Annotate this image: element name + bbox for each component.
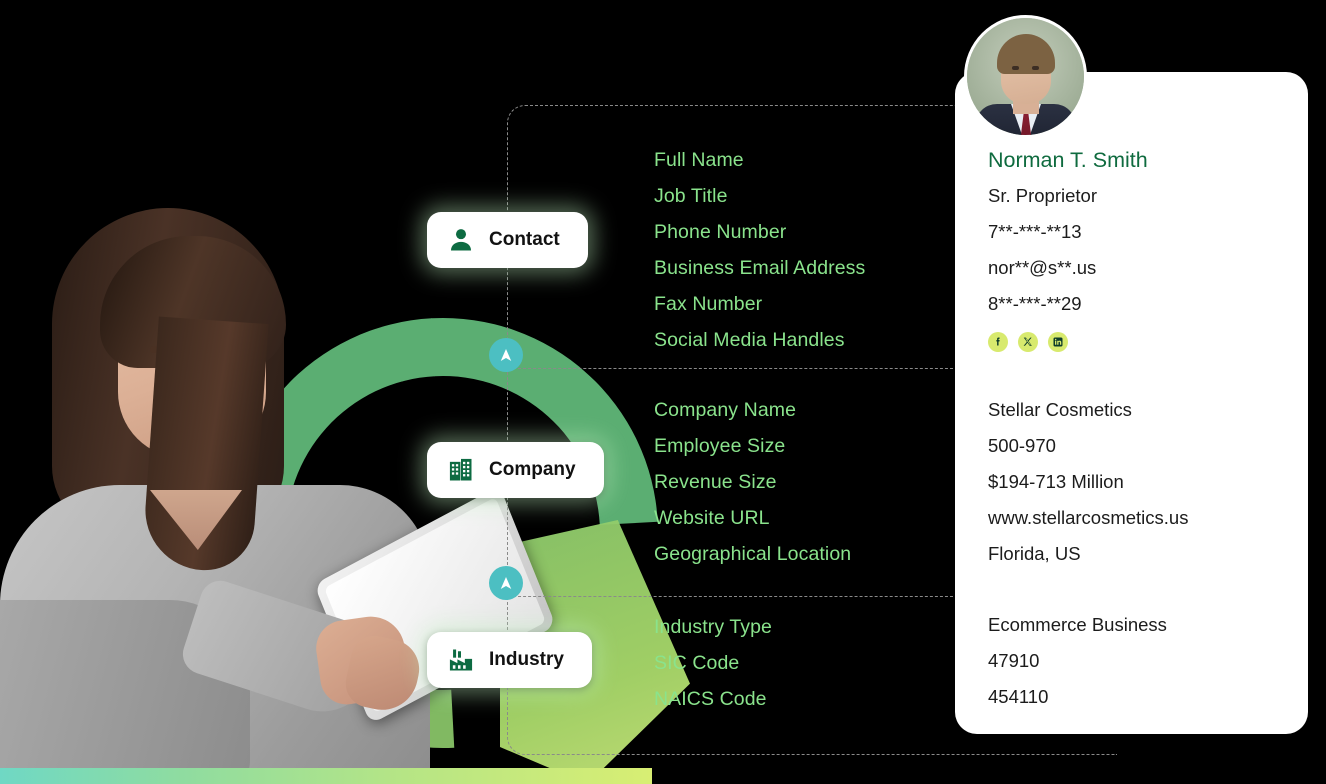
- label-fax-number: Fax Number: [654, 293, 763, 315]
- woman-with-tablet-photo: [0, 200, 556, 784]
- section-divider-company-industry: [508, 596, 958, 597]
- pill-industry[interactable]: Industry: [427, 632, 592, 688]
- factory-icon: [447, 646, 475, 674]
- value-fax-number: 8**-***-**29: [988, 293, 1082, 314]
- labels-contact: Full Name Job Title Phone Number Busines…: [654, 142, 865, 358]
- pill-contact-label: Contact: [489, 229, 560, 250]
- label-full-name: Full Name: [654, 149, 744, 171]
- x-twitter-icon[interactable]: [1018, 332, 1038, 352]
- value-naics-code: 454110: [988, 686, 1049, 707]
- value-geographical-location: Florida, US: [988, 543, 1081, 564]
- value-website-url: www.stellarcosmetics.us: [988, 507, 1189, 528]
- label-geographical-location: Geographical Location: [654, 543, 852, 565]
- building-icon: [447, 456, 475, 484]
- values-industry: Ecommerce Business 47910 454110: [988, 607, 1167, 715]
- value-full-name: Norman T. Smith: [988, 148, 1148, 172]
- labels-company: Company Name Employee Size Revenue Size …: [654, 392, 851, 572]
- values-company: Stellar Cosmetics 500-970 $194-713 Milli…: [988, 392, 1188, 572]
- label-employee-size: Employee Size: [654, 435, 786, 457]
- values-contact: Norman T. Smith Sr. Proprietor 7**-***-*…: [988, 142, 1148, 360]
- pill-industry-label: Industry: [489, 649, 564, 670]
- value-sic-code: 47910: [988, 650, 1040, 671]
- label-industry-type: Industry Type: [654, 616, 773, 638]
- value-phone-number: 7**-***-**13: [988, 221, 1082, 242]
- value-job-title: Sr. Proprietor: [988, 185, 1097, 206]
- person-icon: [447, 226, 475, 254]
- label-phone-number: Phone Number: [654, 221, 787, 243]
- facebook-icon[interactable]: [988, 332, 1008, 352]
- label-sic-code: SIC Code: [654, 652, 740, 674]
- label-naics-code: NAICS Code: [654, 688, 767, 710]
- linkedin-icon[interactable]: [1048, 332, 1068, 352]
- pill-company[interactable]: Company: [427, 442, 604, 498]
- label-company-name: Company Name: [654, 399, 797, 421]
- label-revenue-size: Revenue Size: [654, 471, 777, 493]
- pill-company-label: Company: [489, 459, 576, 480]
- avatar-eye-left: [1012, 66, 1019, 70]
- bottom-gradient-bar: [0, 768, 652, 784]
- navigation-arrow-marker-2: [489, 566, 523, 600]
- label-job-title: Job Title: [654, 185, 728, 207]
- avatar: [967, 18, 1084, 135]
- labels-industry: Industry Type SIC Code NAICS Code: [654, 609, 772, 717]
- label-website-url: Website URL: [654, 507, 770, 529]
- infographic-canvas: Contact Company Industry Full Name Job T…: [0, 0, 1326, 784]
- label-social-media-handles: Social Media Handles: [654, 329, 845, 351]
- avatar-eye-right: [1032, 66, 1039, 70]
- social-media-row: [988, 324, 1148, 360]
- pill-contact[interactable]: Contact: [427, 212, 588, 268]
- value-business-email-address: nor**@s**.us: [988, 257, 1097, 278]
- value-revenue-size: $194-713 Million: [988, 471, 1124, 492]
- value-company-name: Stellar Cosmetics: [988, 399, 1132, 420]
- navigation-arrow-marker-1: [489, 338, 523, 372]
- value-employee-size: 500-970: [988, 435, 1056, 456]
- label-business-email-address: Business Email Address: [654, 257, 866, 279]
- section-divider-contact-company: [508, 368, 958, 369]
- value-industry-type: Ecommerce Business: [988, 614, 1167, 635]
